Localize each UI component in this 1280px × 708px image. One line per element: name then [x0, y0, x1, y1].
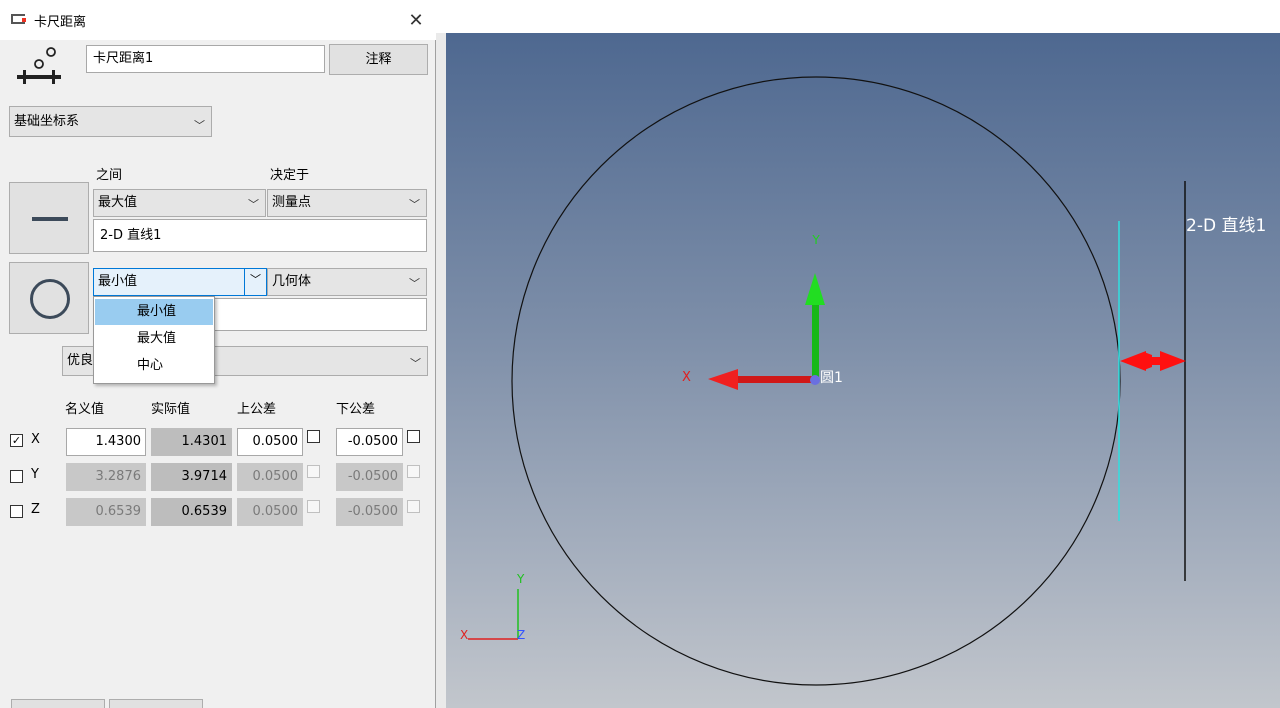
x-axis-label: X: [682, 370, 691, 385]
dimension-name-input[interactable]: 卡尺距离1: [86, 45, 325, 73]
close-icon[interactable]: ✕: [404, 10, 428, 32]
z-lower-tol-input[interactable]: -0.0500: [336, 498, 403, 526]
y-lower-tol-checkbox[interactable]: [407, 465, 420, 478]
z-nominal-input[interactable]: 0.6539: [66, 498, 146, 526]
dialog-title: 卡尺距离: [34, 15, 87, 30]
z-axis-checkbox[interactable]: [10, 505, 23, 518]
determined-by-header: 决定于: [270, 168, 310, 183]
chevron-down-icon: ﹀: [248, 198, 259, 211]
y-axis-label: Y: [31, 467, 39, 482]
y-axis-arrow: [805, 273, 825, 381]
z-upper-tol-checkbox[interactable]: [307, 500, 320, 513]
feature2-between-select[interactable]: 最小值 ﹀: [93, 268, 267, 296]
y-actual-value: 3.9714: [151, 463, 232, 491]
y-lower-tol-input[interactable]: -0.0500: [336, 463, 403, 491]
x-nominal-input[interactable]: 1.4300: [66, 428, 146, 456]
chevron-down-icon: ﹀: [194, 119, 205, 132]
line-icon: [32, 217, 68, 221]
caliper-icon-dot: [22, 18, 26, 22]
triad-z-label: Z: [517, 628, 525, 642]
feature1-button[interactable]: [9, 182, 89, 254]
actual-header: 实际值: [151, 402, 191, 417]
dropdown-option-min[interactable]: 最小值: [95, 299, 213, 325]
dropdown-option-max[interactable]: 最大值: [95, 326, 213, 352]
y-upper-tol-checkbox[interactable]: [307, 465, 320, 478]
feature2-determined-select[interactable]: 几何体 ﹀: [267, 268, 427, 296]
upper-tol-header: 上公差: [237, 402, 277, 417]
feature1-between-select[interactable]: 最大值 ﹀: [93, 189, 266, 217]
lower-tol-header: 下公差: [336, 402, 376, 417]
x-actual-value: 1.4301: [151, 428, 232, 456]
between-dropdown-list[interactable]: 最小值 最大值 中心: [93, 296, 215, 384]
annotation-button[interactable]: 注释: [329, 44, 428, 75]
caliper-distance-icon: [17, 47, 61, 84]
chevron-down-icon: ﹀: [410, 357, 421, 370]
chevron-down-icon: ﹀: [250, 273, 261, 286]
between-header: 之间: [96, 168, 123, 183]
feature2-determined-value: 几何体: [272, 274, 312, 289]
quality-value: 优良: [67, 353, 94, 368]
z-lower-tol-checkbox[interactable]: [407, 500, 420, 513]
y-upper-tol-input[interactable]: 0.0500: [237, 463, 303, 491]
origin-marker: [810, 375, 820, 385]
bottom-button-2[interactable]: [109, 699, 203, 708]
x-upper-tol-input[interactable]: 0.0500: [237, 428, 303, 456]
line-feature-label: 2-D 直线1: [1186, 216, 1266, 236]
triad-y-label: Y: [516, 572, 525, 586]
feature1-determined-select[interactable]: 测量点 ﹀: [267, 189, 427, 217]
triad-x-label: X: [460, 628, 468, 642]
nominal-header: 名义值: [65, 402, 105, 417]
coordinate-system-value: 基础坐标系: [14, 114, 80, 129]
x-upper-tol-checkbox[interactable]: [307, 430, 320, 443]
chevron-down-icon: ﹀: [409, 198, 420, 211]
bottom-button-1[interactable]: [11, 699, 105, 708]
x-lower-tol-checkbox[interactable]: [407, 430, 420, 443]
x-axis-checkbox[interactable]: ✓: [10, 434, 23, 447]
check-icon: ✓: [11, 434, 22, 447]
z-axis-label: Z: [31, 502, 40, 517]
circle-feature-label: 圆1: [820, 370, 843, 386]
caliper-dimension: [1120, 351, 1186, 371]
panel-splitter[interactable]: [436, 33, 446, 708]
combo-divider: [244, 269, 245, 295]
feature2-button[interactable]: [9, 262, 89, 334]
coordinate-triad: [468, 589, 519, 640]
toolbar-area: [436, 0, 1280, 33]
feature1-determined-value: 测量点: [272, 195, 312, 210]
viewport-drawing: 2-D 直线1 Y X 圆1 Y X Z: [460, 76, 1266, 686]
title-bar[interactable]: 卡尺距离 ✕: [0, 0, 436, 40]
y-nominal-input[interactable]: 3.2876: [66, 463, 146, 491]
coordinate-system-select[interactable]: 基础坐标系 ﹀: [9, 106, 212, 137]
y-axis-label: Y: [811, 233, 820, 247]
feature2-between-value: 最小值: [98, 274, 138, 289]
z-upper-tol-input[interactable]: 0.0500: [237, 498, 303, 526]
x-axis-label: X: [31, 432, 40, 447]
circle-icon: [30, 279, 70, 319]
feature1-name-field[interactable]: 2-D 直线1: [93, 219, 427, 252]
chevron-down-icon: ﹀: [409, 277, 420, 290]
y-axis-checkbox[interactable]: [10, 470, 23, 483]
dropdown-option-center[interactable]: 中心: [95, 353, 213, 379]
x-lower-tol-input[interactable]: -0.0500: [336, 428, 403, 456]
x-axis-arrow: [708, 369, 816, 390]
caliper-distance-dialog: 卡尺距离 ✕ 卡尺距离1 注释 基础坐标系 ﹀ 之间 决定于 最大值 ﹀ 测量点…: [0, 0, 436, 708]
z-actual-value: 0.6539: [151, 498, 232, 526]
feature1-between-value: 最大值: [98, 195, 138, 210]
